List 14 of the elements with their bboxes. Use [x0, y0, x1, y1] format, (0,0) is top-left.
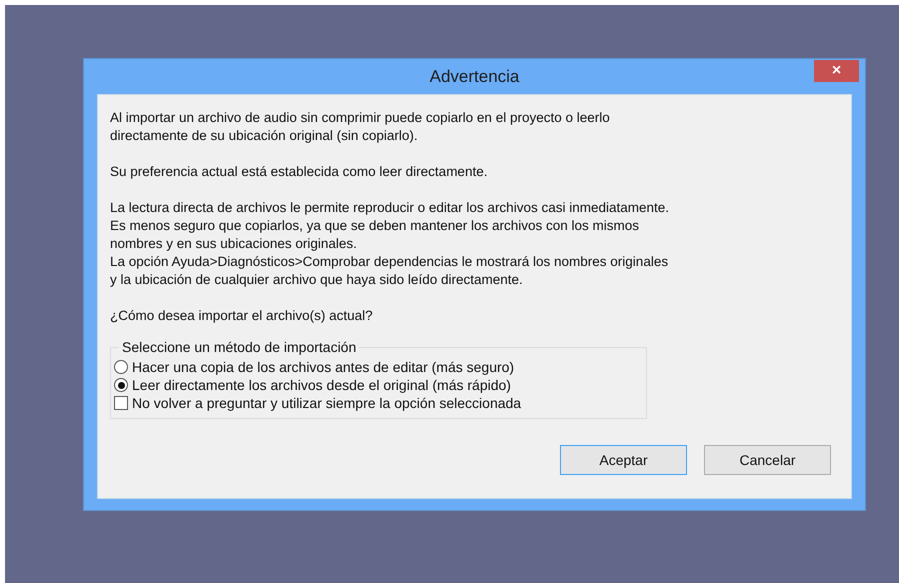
dialog-button[interactable]: Cancelar: [704, 445, 831, 475]
checkbox[interactable]: [114, 396, 128, 410]
message-paragraph: La lectura directa de archivos le permite reproducir o editar los archivos casi inmediatamente. Es menos seguro que copiarlos, ya que se deben mantener los archivos con los mismos nombres y en sus ubicaciones originales. La opción Ayuda>Diagnósticos>Comprobar dependencias le mostrará los nombres originales y la ubicación de cualquier archivo que haya sido leído directamente.: [110, 199, 670, 289]
option-label: Hacer una copia de los archivos antes de editar (más seguro): [132, 358, 514, 376]
radio-button[interactable]: [114, 378, 128, 392]
message-paragraph: Al importar un archivo de audio sin comprimir puede copiarlo en el proyecto o leerlo directamente de su ubicación original (sin copiarlo).: [110, 109, 610, 145]
window-title: Advertencia: [430, 66, 520, 88]
close-button[interactable]: ×: [814, 60, 859, 82]
option-label: No volver a preguntar y utilizar siempre la opción seleccionada: [132, 394, 522, 412]
option-label: Leer directamente los archivos desde el original (más rápido): [132, 376, 511, 394]
dialog-button[interactable]: Aceptar: [560, 445, 687, 475]
message-paragraph: ¿Cómo desea importar el archivo(s) actual?: [110, 307, 373, 325]
message-paragraph: Su preferencia actual está establecida como leer directamente.: [110, 163, 488, 181]
radio-button[interactable]: [114, 360, 128, 374]
